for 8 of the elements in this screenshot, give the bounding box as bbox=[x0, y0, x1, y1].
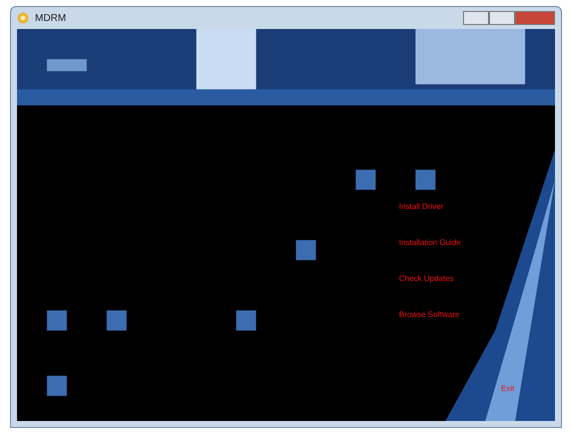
app-icon bbox=[17, 12, 29, 24]
menu-link[interactable]: Check Updates bbox=[399, 273, 454, 285]
menu-link[interactable]: Installation Guide bbox=[399, 237, 461, 249]
minimize-button[interactable] bbox=[463, 11, 489, 25]
maximize-button[interactable] bbox=[489, 11, 515, 25]
menu-link[interactable]: Browse Software bbox=[399, 309, 460, 321]
window-title: MDRM bbox=[35, 12, 66, 26]
menu-link[interactable]: Install Driver bbox=[399, 201, 444, 213]
